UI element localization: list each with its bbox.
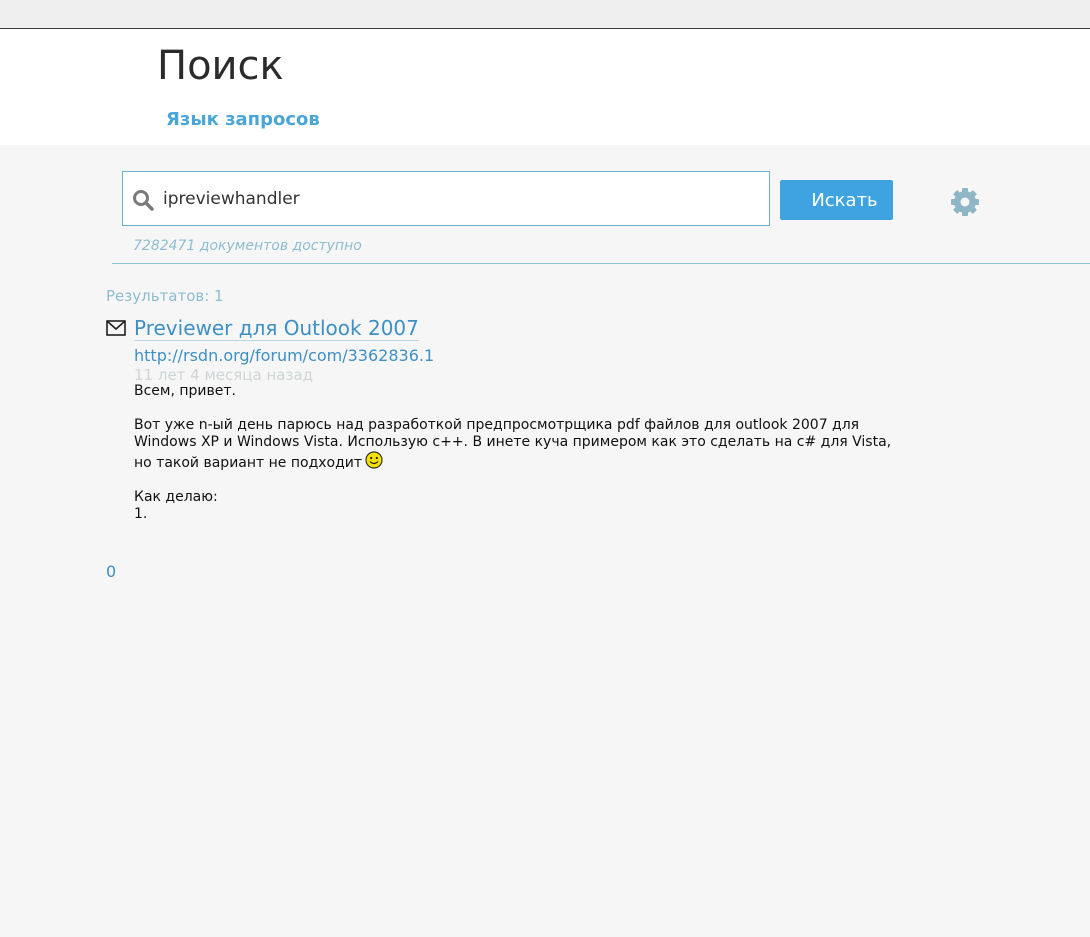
- snippet-line-with-smiley: но такой вариант не подходит: [134, 451, 914, 472]
- envelope-icon: [106, 320, 126, 336]
- snippet-line: Как делаю:: [134, 489, 218, 505]
- smiley-icon: [365, 451, 383, 469]
- result-title-link[interactable]: Previewer для Outlook 2007: [134, 316, 419, 341]
- results-count: Результатов: 1: [106, 287, 224, 305]
- snippet-line: но такой вариант не подходит: [134, 455, 363, 471]
- page-header: Поиск Язык запросов: [0, 29, 1090, 145]
- divider: [112, 263, 1090, 264]
- result-age: 11 лет 4 месяца назад: [134, 366, 314, 384]
- search-button[interactable]: Искать: [780, 180, 893, 220]
- page-title: Поиск: [157, 43, 284, 89]
- query-language-link[interactable]: Язык запросов: [166, 109, 320, 131]
- snippet-line: Windows XP и Windows Vista. Использую c+…: [134, 434, 892, 450]
- result-snippet: Всем, привет. Вот уже n-ый день парюсь н…: [134, 383, 914, 523]
- search-icon: [133, 190, 154, 211]
- documents-available: 7282471 документов доступно: [133, 238, 362, 254]
- pager-page-link[interactable]: 0: [106, 562, 116, 582]
- result-url-link[interactable]: http://rsdn.org/forum/com/3362836.1: [134, 346, 434, 366]
- snippet-line: Вот уже n-ый день парюсь над разработкой…: [134, 417, 860, 433]
- gear-icon[interactable]: [948, 185, 982, 219]
- snippet-line: 1.: [134, 506, 148, 522]
- search-box[interactable]: [122, 171, 770, 226]
- snippet-line: Всем, привет.: [134, 383, 236, 399]
- browser-top-strip: [0, 0, 1090, 29]
- search-input[interactable]: [163, 182, 753, 216]
